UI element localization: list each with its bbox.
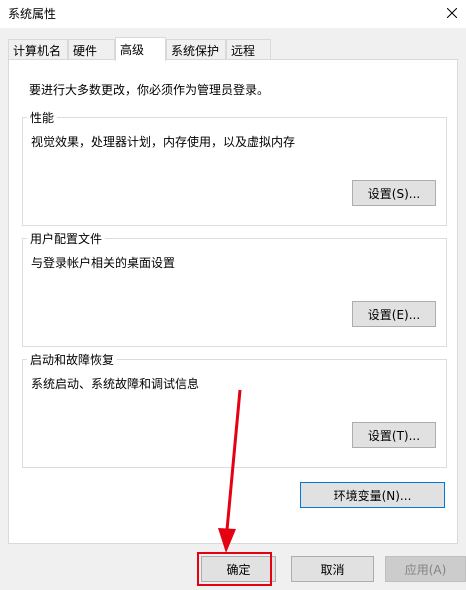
startup-recovery-group-title: 启动和故障恢复 xyxy=(27,351,118,368)
ok-button[interactable]: 确定 xyxy=(201,556,276,582)
window-title: 系统属性 xyxy=(8,7,57,21)
startup-recovery-settings-button[interactable]: 设置(T)... xyxy=(352,422,436,448)
system-properties-window: 系统属性 计算机名 硬件 高级 系统保护 远程 要进行大多数更改，你必须作为管理… xyxy=(0,0,466,590)
user-profiles-group-title: 用户配置文件 xyxy=(27,230,106,247)
cancel-button[interactable]: 取消 xyxy=(291,556,374,582)
close-button[interactable] xyxy=(438,0,466,26)
environment-variables-button[interactable]: 环境变量(N)... xyxy=(300,482,445,508)
tab-system-protection[interactable]: 系统保护 xyxy=(166,39,226,59)
tab-computer-name[interactable]: 计算机名 xyxy=(8,39,68,59)
title-bar[interactable]: 系统属性 xyxy=(0,0,466,28)
dialog-body: 计算机名 硬件 高级 系统保护 远程 要进行大多数更改，你必须作为管理员登录。 … xyxy=(0,28,466,590)
admin-note: 要进行大多数更改，你必须作为管理员登录。 xyxy=(29,83,270,97)
apply-button[interactable]: 应用(A) xyxy=(385,556,466,582)
tab-hardware[interactable]: 硬件 xyxy=(68,39,115,59)
performance-description: 视觉效果，处理器计划，内存使用，以及虚拟内存 xyxy=(31,135,296,149)
performance-group-title: 性能 xyxy=(27,109,58,126)
startup-recovery-group: 启动和故障恢复 系统启动、系统故障和调试信息 设置(T)... xyxy=(22,351,447,468)
user-profiles-group: 用户配置文件 与登录帐户相关的桌面设置 设置(E)... xyxy=(22,230,447,347)
tab-advanced[interactable]: 高级 xyxy=(115,37,166,61)
tab-remote[interactable]: 远程 xyxy=(226,39,271,59)
user-profiles-settings-button[interactable]: 设置(E)... xyxy=(352,301,436,327)
performance-settings-button[interactable]: 设置(S)... xyxy=(352,180,436,206)
user-profiles-description: 与登录帐户相关的桌面设置 xyxy=(31,256,176,270)
close-icon xyxy=(447,8,457,18)
startup-recovery-description: 系统启动、系统故障和调试信息 xyxy=(31,377,200,391)
performance-group: 性能 视觉效果，处理器计划，内存使用，以及虚拟内存 设置(S)... xyxy=(22,109,447,226)
advanced-tab-panel: 要进行大多数更改，你必须作为管理员登录。 性能 视觉效果，处理器计划，内存使用，… xyxy=(8,59,458,544)
